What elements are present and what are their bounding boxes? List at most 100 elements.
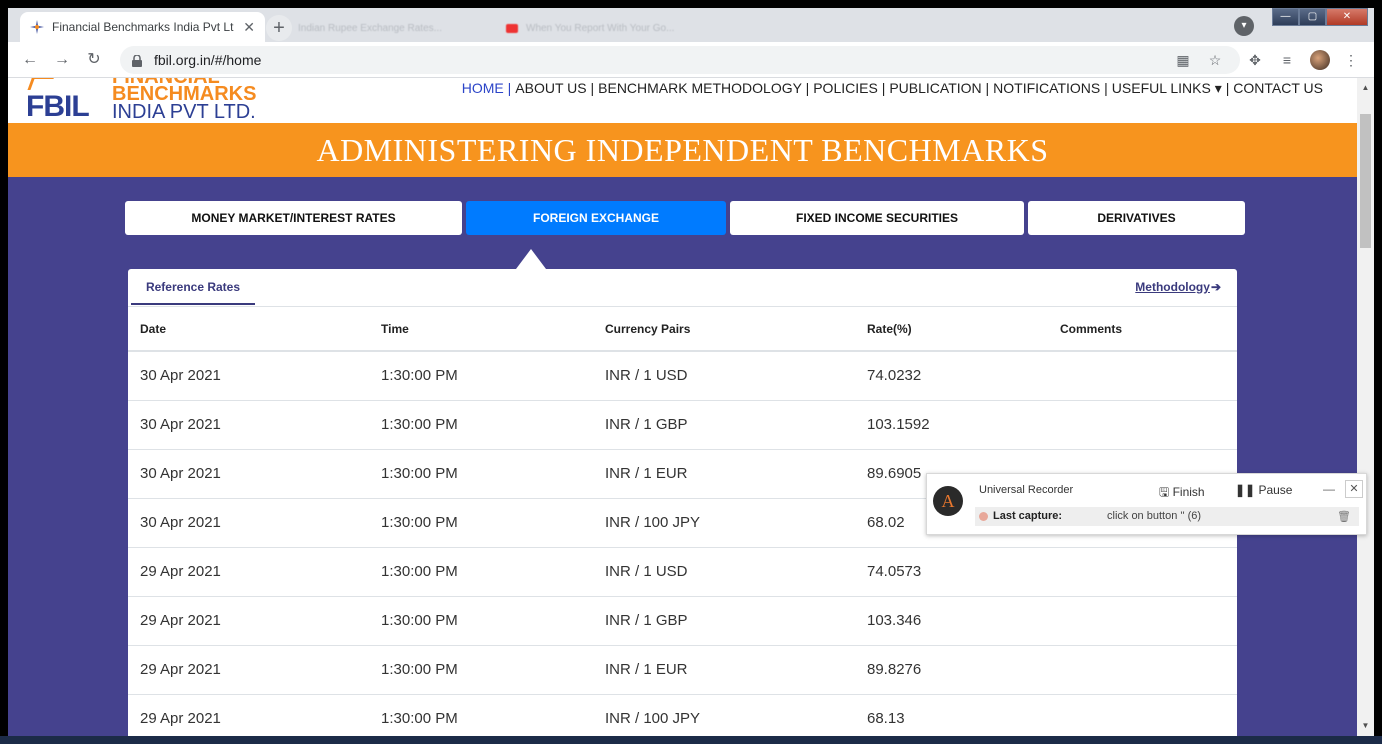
- cell-currency-pair: INR / 1 EUR: [593, 449, 855, 499]
- scrollbar-thumb[interactable]: [1360, 114, 1371, 248]
- scroll-down-icon[interactable]: ▼: [1357, 718, 1374, 734]
- reload-icon[interactable]: ↻: [84, 50, 104, 70]
- cell-time: 1:30:00 PM: [369, 400, 593, 450]
- qr-code-icon[interactable]: ▦: [1174, 51, 1192, 69]
- page-viewport: FBIL FINANCIAL BENCHMARKS INDIA PVT LTD.…: [8, 78, 1357, 736]
- lock-icon: [132, 54, 142, 67]
- recorder-widget: A Universal Recorder 🖫 Finish ❚❚ Pause —…: [926, 473, 1367, 535]
- cell-time: 1:30:00 PM: [369, 449, 593, 499]
- banner-heading: ADMINISTERING INDEPENDENT BENCHMARKS: [8, 123, 1357, 177]
- cell-currency-pair: INR / 1 EUR: [593, 645, 855, 695]
- nav-home[interactable]: HOME |: [462, 80, 512, 97]
- nav-benchmark-methodology[interactable]: BENCHMARK METHODOLOGY |: [598, 80, 809, 97]
- tab-search-icon[interactable]: ▾: [1234, 16, 1254, 36]
- subtab-bar: Reference Rates Methodology➔: [128, 269, 1237, 307]
- table-body: 30 Apr 2021 1:30:00 PM INR / 1 USD 74.0232 3…: [128, 351, 1237, 736]
- table-row: 30 Apr 2021 1:30:00 PM INR / 1 GBP 103.1592: [128, 400, 1237, 450]
- close-tab-icon[interactable]: ✕: [243, 19, 255, 36]
- cell-date: 30 Apr 2021: [128, 498, 369, 548]
- browser-toolbar: ← → ↻ fbil.org.in/#/home ▦ ☆ ✥ ≡ ⋮: [8, 42, 1374, 78]
- column-header-time[interactable]: Time: [369, 307, 593, 352]
- cell-currency-pair: INR / 100 JPY: [593, 498, 855, 548]
- last-capture-label: Last capture:: [993, 510, 1063, 522]
- cell-date: 30 Apr 2021: [128, 449, 369, 499]
- tab-foreign-exchange[interactable]: FOREIGN EXCHANGE: [466, 201, 726, 235]
- minimize-button[interactable]: —: [1272, 8, 1299, 26]
- cell-currency-pair: INR / 100 JPY: [593, 694, 855, 736]
- extensions-puzzle-icon[interactable]: ✥: [1246, 51, 1264, 69]
- cell-time: 1:30:00 PM: [369, 351, 593, 401]
- cell-comments: [1048, 351, 1237, 401]
- logo-abbr: FBIL: [26, 90, 90, 123]
- table-row: 29 Apr 2021 1:30:00 PM INR / 1 EUR 89.8276: [128, 645, 1237, 695]
- restore-button[interactable]: ▢: [1299, 8, 1326, 26]
- nav-contact-us[interactable]: | CONTACT US: [1226, 80, 1323, 97]
- arrow-right-icon: ➔: [1210, 280, 1221, 294]
- nav-policies[interactable]: POLICIES |: [813, 80, 885, 97]
- column-header-date[interactable]: Date: [128, 307, 369, 352]
- cell-rate: 103.1592: [855, 400, 1048, 450]
- cell-date: 30 Apr 2021: [128, 400, 369, 450]
- column-header-comments[interactable]: Comments: [1048, 307, 1237, 352]
- last-capture-value: click on button '' (6): [1107, 510, 1202, 522]
- browser-tab-background[interactable]: Indian Rupee Exchange Rates...: [298, 18, 488, 38]
- tab-fixed-income[interactable]: FIXED INCOME SECURITIES: [730, 201, 1024, 235]
- cell-currency-pair: INR / 1 GBP: [593, 400, 855, 450]
- cell-comments: [1048, 596, 1237, 646]
- close-recorder-icon[interactable]: ✕: [1345, 480, 1363, 498]
- last-capture-bar: Last capture: click on button '' (6) 🗑: [975, 507, 1359, 526]
- cell-time: 1:30:00 PM: [369, 645, 593, 695]
- cell-comments: [1048, 400, 1237, 450]
- bookmark-star-icon[interactable]: ☆: [1206, 51, 1224, 69]
- profile-avatar[interactable]: [1310, 50, 1330, 70]
- site-header: FBIL FINANCIAL BENCHMARKS INDIA PVT LTD.…: [8, 78, 1357, 123]
- window-controls: — ▢ ✕: [1272, 8, 1368, 26]
- finish-button[interactable]: 🖫 Finish: [1159, 483, 1205, 504]
- column-header-currency-pairs[interactable]: Currency Pairs: [593, 307, 855, 352]
- browser-tab-title: Indian Rupee Exchange Rates...: [298, 22, 442, 34]
- nav-publication[interactable]: PUBLICATION |: [889, 80, 989, 97]
- main-navigation: HOME | ABOUT US | BENCHMARK METHODOLOGY …: [458, 80, 1323, 97]
- active-tab-pointer: [516, 249, 546, 269]
- page-scrollbar[interactable]: ▲ ▼: [1357, 78, 1374, 736]
- table-row: 29 Apr 2021 1:30:00 PM INR / 1 USD 74.0573: [128, 547, 1237, 597]
- save-icon: 🖫: [1159, 485, 1170, 499]
- recorder-logo-icon: A: [933, 486, 963, 516]
- minimize-recorder-icon[interactable]: —: [1323, 482, 1335, 496]
- column-header-rate[interactable]: Rate(%): [855, 307, 1048, 352]
- back-arrow-icon[interactable]: ←: [20, 50, 40, 70]
- fbil-favicon-icon: [30, 20, 44, 34]
- nav-about-us[interactable]: ABOUT US |: [515, 80, 594, 97]
- nav-useful-links-dropdown[interactable]: USEFUL LINKS ▾: [1112, 80, 1222, 97]
- logo-line-3: INDIA PVT LTD.: [112, 101, 256, 123]
- tab-money-market[interactable]: MONEY MARKET/INTEREST RATES: [125, 201, 462, 235]
- cell-comments: [1048, 645, 1237, 695]
- cell-comments: [1048, 694, 1237, 736]
- media-queue-icon[interactable]: ≡: [1278, 51, 1296, 69]
- methodology-link[interactable]: Methodology➔: [1135, 280, 1221, 294]
- cell-date: 29 Apr 2021: [128, 547, 369, 597]
- new-tab-button[interactable]: +: [266, 15, 292, 41]
- browser-tab-background[interactable]: When You Report With Your Go...: [506, 18, 706, 38]
- cell-currency-pair: INR / 1 USD: [593, 351, 855, 401]
- nav-notifications[interactable]: NOTIFICATIONS |: [993, 80, 1108, 97]
- cell-time: 1:30:00 PM: [369, 547, 593, 597]
- scroll-up-icon[interactable]: ▲: [1357, 80, 1374, 96]
- pause-button[interactable]: ❚❚ Pause: [1235, 483, 1292, 497]
- methodology-link-label: Methodology: [1135, 280, 1210, 294]
- address-bar[interactable]: fbil.org.in/#/home: [120, 46, 1240, 74]
- forward-arrow-icon[interactable]: →: [52, 50, 72, 70]
- cell-date: 29 Apr 2021: [128, 694, 369, 736]
- close-window-button[interactable]: ✕: [1326, 8, 1368, 26]
- trash-icon[interactable]: 🗑: [1337, 510, 1351, 523]
- cell-rate: 74.0573: [855, 547, 1048, 597]
- tab-reference-rates[interactable]: Reference Rates: [131, 269, 255, 305]
- table-row: 29 Apr 2021 1:30:00 PM INR / 100 JPY 68.13: [128, 694, 1237, 736]
- table-header-row: Date Time Currency Pairs Rate(%) Comment…: [128, 307, 1237, 352]
- cell-date: 29 Apr 2021: [128, 645, 369, 695]
- table-row: 29 Apr 2021 1:30:00 PM INR / 1 GBP 103.346: [128, 596, 1237, 646]
- browser-menu-icon[interactable]: ⋮: [1342, 51, 1360, 69]
- tab-derivatives[interactable]: DERIVATIVES: [1028, 201, 1245, 235]
- cell-time: 1:30:00 PM: [369, 596, 593, 646]
- browser-tab-active[interactable]: Financial Benchmarks India Pvt Lt ✕: [20, 12, 265, 42]
